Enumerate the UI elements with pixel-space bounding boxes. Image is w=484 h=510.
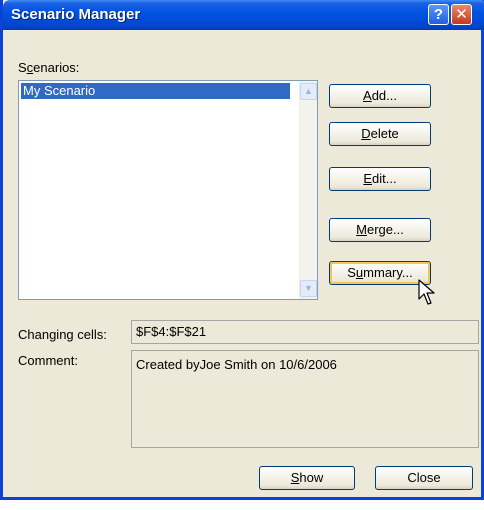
changing-cells-label: Changing cells: [18,327,107,342]
summary-button-pre: S [347,265,356,280]
delete-button-accel: D [361,126,371,141]
edit-button-label: dit... [372,171,397,186]
list-item[interactable]: My Scenario [21,83,290,99]
add-button-label: dd... [371,88,397,103]
changing-cells-value: $F$4:$F$21 [131,320,479,344]
close-button-label: Close [407,470,441,485]
scenarios-listbox[interactable]: My Scenario ▲ ▼ [18,80,318,300]
add-button-accel: A [363,88,372,103]
dialog-title: Scenario Manager [11,6,141,23]
help-button[interactable]: ? [428,4,449,25]
comment-label: Comment: [18,353,78,368]
add-button[interactable]: Add... [329,84,431,108]
scenarios-label-rest: enarios: [33,60,80,75]
merge-button[interactable]: Merge... [329,218,431,242]
delete-button[interactable]: Delete [329,122,431,146]
summary-button-label: mmary... [363,265,413,280]
chevron-down-icon: ▼ [304,283,313,293]
show-button-label: how [299,470,324,485]
vertical-scrollbar[interactable]: ▲ ▼ [299,81,317,299]
scenarios-label: Scenarios: [18,60,80,75]
close-icon: ✕ [455,6,468,23]
close-button[interactable]: Close [375,466,473,490]
comment-value: Created byJoe Smith on 10/6/2006 [131,350,479,448]
edit-button-accel: E [363,171,373,186]
delete-button-label: elete [370,126,399,141]
scroll-down-button[interactable]: ▼ [300,280,317,297]
merge-button-accel: M [356,222,367,237]
show-button[interactable]: Show [259,466,355,490]
chevron-up-icon: ▲ [304,86,313,96]
merge-button-label: erge... [366,222,404,237]
title-bar[interactable]: Scenario Manager ? ✕ [3,0,484,30]
scenario-manager-dialog: Scenario Manager ? ✕ Scenarios: My Scena… [0,0,484,500]
mouse-pointer-icon [418,279,435,305]
help-icon: ? [433,6,444,23]
scroll-up-button[interactable]: ▲ [300,83,317,100]
summary-button[interactable]: Summary... [329,261,431,285]
close-window-button[interactable]: ✕ [451,4,472,25]
edit-button[interactable]: Edit... [329,167,431,191]
